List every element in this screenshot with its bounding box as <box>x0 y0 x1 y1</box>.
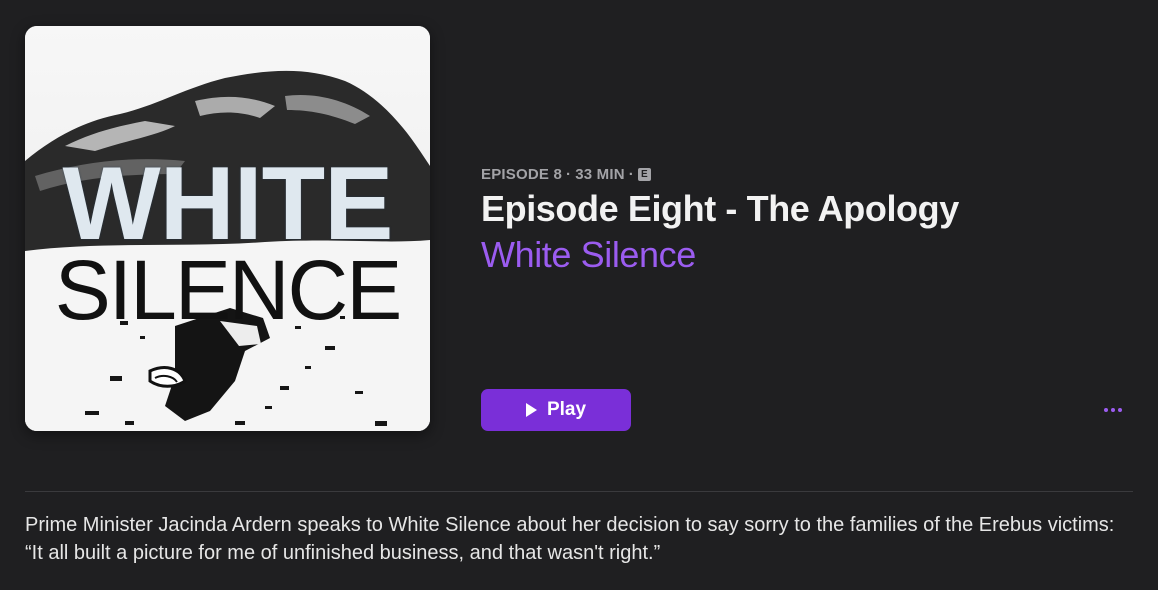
show-name-link[interactable]: White Silence <box>481 234 696 276</box>
podcast-artwork: WHITE SILENCE <box>25 26 430 431</box>
episode-description: Prime Minister Jacinda Ardern speaks to … <box>25 514 1115 564</box>
play-triangle-icon <box>525 403 537 417</box>
artwork-title-white: WHITE <box>62 146 393 262</box>
play-label: Play <box>546 399 587 420</box>
episode-meta: EPISODE 8 · 33 MIN · E <box>481 166 651 183</box>
episode-title: Episode Eight - The Apology <box>481 188 959 229</box>
play-button[interactable]: Play <box>481 389 631 431</box>
ellipsis-icon <box>1118 408 1122 412</box>
more-options-button[interactable] <box>1098 396 1128 424</box>
meta-separator: · <box>566 166 572 183</box>
section-divider <box>25 491 1133 492</box>
ellipsis-icon <box>1104 408 1108 412</box>
episode-page: WHITE SILENCE EPISODE 8 · 33 MIN · E Epi… <box>0 0 1158 590</box>
explicit-badge: E <box>637 168 651 181</box>
ellipsis-icon <box>1111 408 1115 412</box>
episode-number: EPISODE 8 <box>481 166 562 183</box>
meta-separator-2: · <box>628 166 634 183</box>
artwork-title-silence: SILENCE <box>54 243 402 337</box>
episode-duration: 33 MIN <box>575 166 625 183</box>
